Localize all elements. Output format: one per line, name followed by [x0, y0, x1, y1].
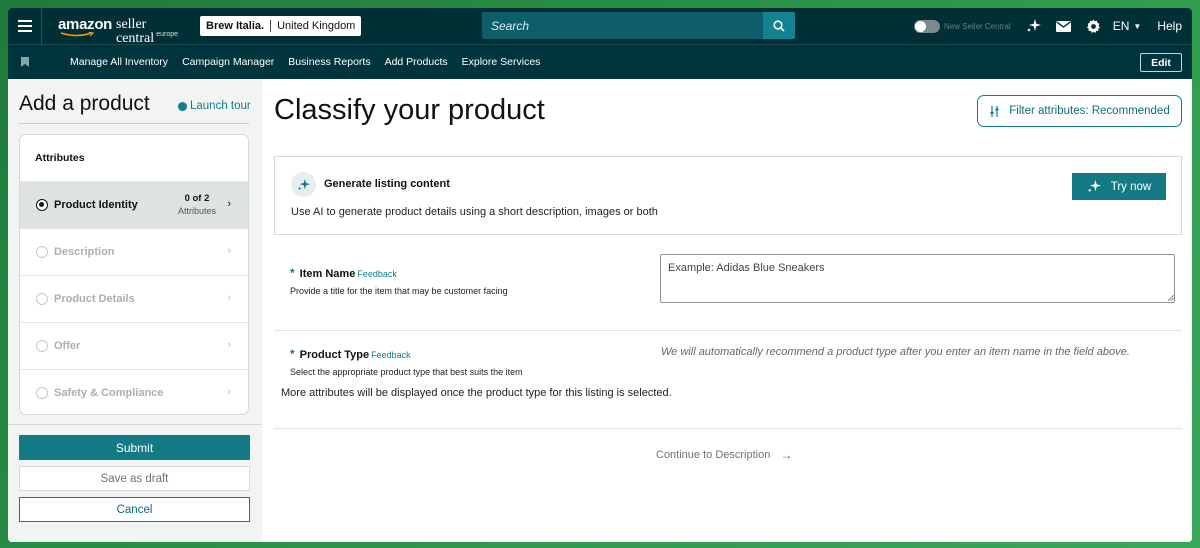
attributes-card: Attributes Product Identity 0 of 2 Attri…	[19, 134, 249, 415]
marketplace-name: United Kingdom	[277, 20, 356, 32]
gear-icon[interactable]	[1083, 8, 1105, 44]
chevron-right-icon: ›	[227, 339, 231, 351]
try-now-button[interactable]: Try now	[1072, 173, 1166, 200]
app-window: amazon seller central europe Brew Italia…	[8, 8, 1192, 542]
left-panel: Add a product Launch tour Attributes Pro…	[8, 79, 262, 542]
save-draft-button[interactable]: Save as draft	[19, 466, 250, 491]
product-type-description: Select the appropriate product type that…	[290, 367, 523, 377]
nav-item-add-products[interactable]: Add Products	[385, 56, 448, 68]
help-link[interactable]: Help	[1157, 19, 1182, 33]
attributes-heading: Attributes	[35, 152, 85, 164]
smile-icon	[60, 32, 94, 37]
product-type-feedback-link[interactable]: Feedback	[371, 350, 411, 360]
main-content: Classify your product Filter attributes:…	[262, 79, 1192, 542]
generate-description: Use AI to generate product details using…	[291, 206, 658, 218]
step-offer[interactable]: Offer ›	[20, 322, 248, 369]
item-name-feedback-link[interactable]: Feedback	[357, 269, 397, 279]
search-input[interactable]	[482, 12, 763, 39]
store-selector[interactable]: Brew Italia. United Kingdom	[200, 16, 362, 36]
divider	[19, 123, 249, 124]
language-selector[interactable]: EN	[1113, 19, 1130, 33]
resize-handle-icon[interactable]	[1168, 295, 1174, 301]
step-count-label: Attributes	[177, 206, 216, 216]
radio-icon	[36, 340, 48, 352]
step-label: Product Details	[54, 293, 135, 305]
sparkle-icon	[1087, 179, 1101, 193]
nav-item-manage-inventory[interactable]: Manage All Inventory	[70, 56, 168, 68]
nav-item-campaign-manager[interactable]: Campaign Manager	[182, 56, 274, 68]
product-type-label: Product Type	[299, 349, 370, 361]
filter-icon	[990, 105, 999, 117]
submit-button[interactable]: Submit	[19, 435, 250, 460]
generate-content-card: Generate listing content Use AI to gener…	[274, 156, 1182, 235]
step-product-identity[interactable]: Product Identity 0 of 2 Attributes ›	[20, 181, 248, 228]
continue-label: Continue to Description	[656, 449, 771, 461]
required-marker: *	[290, 347, 295, 361]
section-title: Classify your product	[274, 94, 545, 126]
bookmark-icon[interactable]	[8, 57, 42, 67]
top-right-controls: New Seller Central EN ▼ Help	[914, 8, 1192, 44]
required-marker: *	[290, 266, 295, 280]
search-button[interactable]	[763, 12, 795, 39]
continue-to-description-button[interactable]: Continue to Description →	[656, 448, 792, 462]
nav-bar: Manage All Inventory Campaign Manager Bu…	[8, 44, 1192, 79]
filter-attributes-button[interactable]: Filter attributes: Recommended	[977, 95, 1182, 127]
search-icon	[773, 19, 785, 32]
radio-icon	[36, 246, 48, 258]
store-name: Brew Italia.	[206, 20, 272, 32]
chevron-right-icon: ›	[227, 245, 231, 257]
chevron-right-icon: ›	[227, 386, 231, 398]
radio-icon	[36, 293, 48, 305]
try-now-label: Try now	[1110, 180, 1152, 193]
new-seller-central-toggle[interactable]	[914, 19, 941, 33]
chevron-right-icon: ›	[227, 292, 231, 304]
logo-brand: amazon	[58, 16, 113, 33]
step-safety-compliance[interactable]: Safety & Compliance ›	[20, 369, 248, 414]
search-bar	[482, 12, 795, 39]
top-bar: amazon seller central europe Brew Italia…	[8, 8, 1192, 46]
radio-icon	[36, 387, 48, 399]
filter-attributes-label: Filter attributes: Recommended	[1009, 105, 1170, 117]
launch-tour-link[interactable]: Launch tour	[178, 100, 251, 112]
radio-icon	[36, 199, 48, 211]
nav-item-explore-services[interactable]: Explore Services	[462, 56, 541, 68]
step-count: 0 of 2	[184, 193, 210, 204]
generate-title: Generate listing content	[324, 178, 450, 190]
step-progress: 0 of 2 Attributes	[178, 193, 216, 216]
divider	[274, 330, 1182, 331]
chevron-down-icon[interactable]: ▼	[1133, 22, 1141, 31]
product-type-hint: We will automatically recommend a produc…	[661, 346, 1130, 358]
divider	[8, 424, 262, 425]
chevron-right-icon: ›	[227, 198, 231, 210]
item-name-label: Item Name	[299, 268, 356, 280]
sparkle-icon	[291, 172, 316, 197]
tour-dot-icon	[178, 101, 187, 111]
item-name-input[interactable]: Example: Adidas Blue Sneakers	[660, 254, 1175, 303]
step-label: Safety & Compliance	[54, 387, 164, 399]
step-product-details[interactable]: Product Details ›	[20, 275, 248, 322]
edit-nav-button[interactable]: Edit	[1140, 53, 1182, 72]
logo-region: europe	[156, 31, 178, 38]
step-description[interactable]: Description ›	[20, 228, 248, 275]
step-label: Product Identity	[54, 199, 138, 211]
sparkle-icon[interactable]	[1023, 8, 1045, 44]
cancel-button[interactable]: Cancel	[19, 497, 250, 522]
divider	[274, 428, 1182, 429]
more-attributes-note: More attributes will be displayed once t…	[281, 387, 672, 399]
nav-item-business-reports[interactable]: Business Reports	[288, 56, 370, 68]
page-title: Add a product	[19, 92, 150, 115]
step-label: Description	[54, 246, 115, 258]
amazon-seller-central-logo[interactable]: amazon seller central europe	[58, 13, 182, 46]
step-label: Offer	[54, 340, 81, 352]
launch-tour-label: Launch tour	[190, 100, 251, 112]
menu-icon[interactable]	[8, 8, 42, 44]
arrow-right-icon: →	[780, 448, 793, 462]
new-seller-central-label: New Seller Central	[944, 21, 1011, 31]
mail-icon[interactable]	[1053, 8, 1075, 44]
